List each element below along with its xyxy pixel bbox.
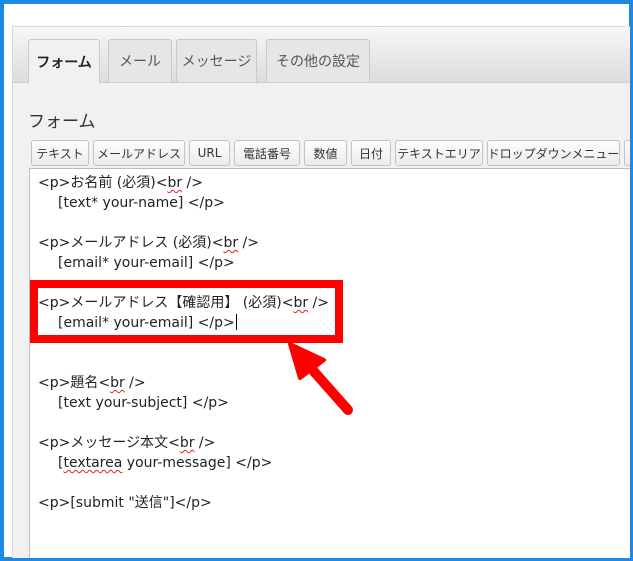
code-line: [text your-subject] </p>: [58, 395, 229, 411]
tag-button-text[interactable]: テキスト: [31, 140, 89, 166]
code-line: <p>[submit "送信"]</p>: [38, 495, 212, 511]
tag-button-tel[interactable]: 電話番号: [234, 140, 300, 166]
arrow-annotation-icon: [288, 342, 353, 415]
code-line: [email* your-email] </p>: [58, 255, 235, 271]
tab-mail[interactable]: メール: [108, 39, 172, 82]
code-line: [textarea your-message] </p>: [58, 455, 273, 471]
tag-button-email[interactable]: メールアドレス: [93, 140, 185, 166]
code-line: <p>題名<br />: [38, 375, 146, 391]
tag-button-number[interactable]: 数値: [304, 140, 347, 166]
tab-messages[interactable]: メッセージ: [176, 39, 257, 82]
tag-button-date[interactable]: 日付: [351, 140, 391, 166]
code-line: [text* your-name] </p>: [58, 195, 225, 211]
tab-form[interactable]: フォーム: [28, 39, 100, 83]
code-line: <p>お名前 (必須)<br />: [38, 175, 204, 191]
tab-bar: フォーム メール メッセージ その他の設定: [13, 27, 630, 83]
tag-button-url[interactable]: URL: [189, 140, 230, 166]
code-line: <p>メールアドレス (必須)<br />: [38, 235, 260, 251]
tag-button-dropdown[interactable]: ドロップダウンメニュー: [487, 140, 620, 166]
tab-other-settings[interactable]: その他の設定: [266, 39, 370, 82]
code-line: <p>メッセージ本文<br />: [38, 435, 216, 451]
section-title: フォーム: [28, 112, 96, 132]
tag-button-more[interactable]: [624, 140, 630, 166]
tag-button-textarea[interactable]: テキストエリア: [395, 140, 483, 166]
